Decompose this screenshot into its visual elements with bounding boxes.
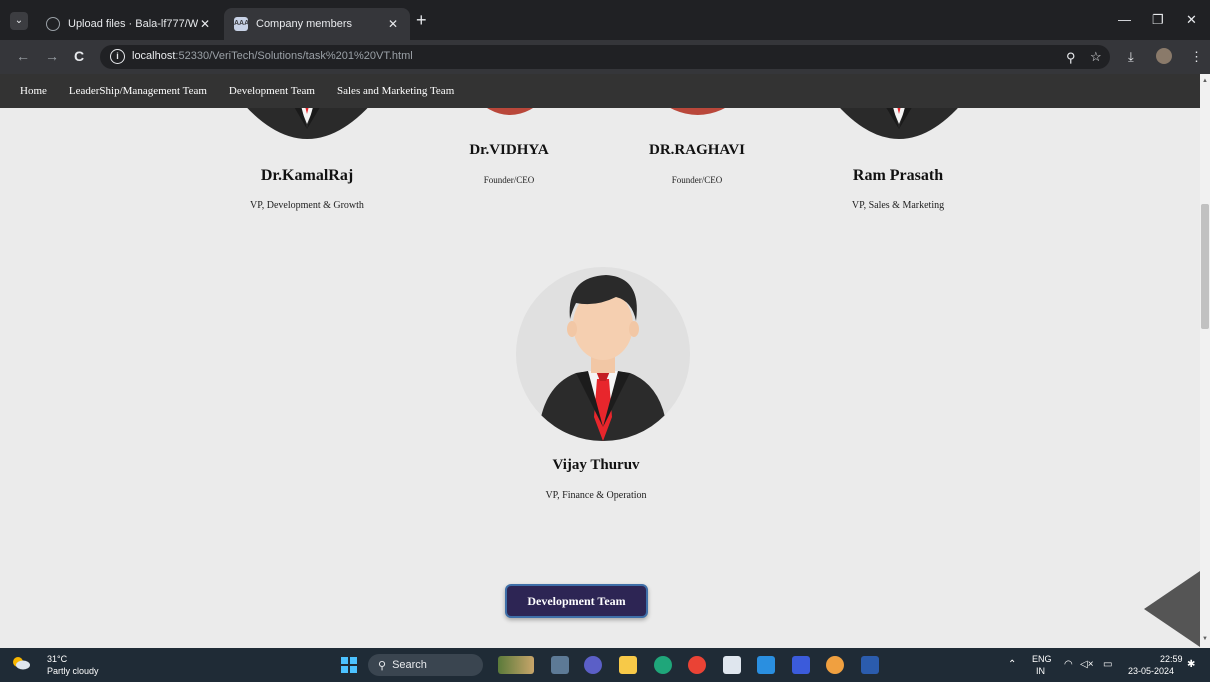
member-name-kamalraj: Dr.KamalRaj	[260, 167, 354, 184]
chrome-profile-icon[interactable]	[826, 656, 844, 674]
weather-desc[interactable]: Partly cloudy	[47, 666, 99, 676]
url-text[interactable]: localhost:52330/VeriTech/Solutions/task%…	[132, 50, 413, 62]
visual-studio-icon[interactable]	[792, 656, 810, 674]
site-favicon-icon: AAA	[234, 17, 249, 31]
nav-home[interactable]: Home	[20, 85, 47, 97]
zoom-icon[interactable]: ⚲	[1066, 50, 1076, 66]
nav-sales-marketing-team[interactable]: Sales and Marketing Team	[337, 85, 454, 97]
member-role-kamalraj: VP, Development & Growth	[250, 200, 364, 211]
weather-temp[interactable]: 31°C	[47, 654, 67, 664]
close-icon[interactable]: ✕	[198, 17, 212, 31]
tab-company-members[interactable]: AAA Company members ✕	[224, 8, 410, 40]
site-navbar: Home LeaderShip/Management Team Developm…	[0, 74, 1200, 108]
avatar-vijay-icon	[516, 267, 690, 441]
member-role-vidhya: Founder/CEO	[483, 175, 535, 185]
prev-arrow-icon[interactable]	[1144, 571, 1200, 647]
github-icon	[46, 17, 60, 31]
close-icon[interactable]: ✕	[386, 17, 400, 31]
tab-search-button[interactable]: ⌄	[10, 12, 28, 30]
nav-development-team[interactable]: Development Team	[229, 85, 315, 97]
file-explorer-icon[interactable]	[619, 656, 637, 674]
chevron-up-icon[interactable]: ⌃	[1008, 659, 1016, 670]
scrollbar-thumb[interactable]	[1201, 204, 1209, 329]
store-icon[interactable]	[723, 656, 741, 674]
browser-tab-bar: ⌄ Upload files · Bala-lf777/Web-d ✕ AAA …	[0, 0, 1210, 40]
battery-icon[interactable]: ▭	[1103, 659, 1112, 670]
browser-address-bar: ← → C i localhost:52330/VeriTech/Solutio…	[0, 40, 1210, 74]
windows-taskbar: 31°C Partly cloudy ⚲ Search ⌃ ENG IN ◠ ◁…	[0, 648, 1210, 682]
volume-icon[interactable]: ◁×	[1080, 659, 1094, 670]
member-name-vidhya: Dr.VIDHYA	[469, 142, 549, 158]
nav-leadership-team[interactable]: LeaderShip/Management Team	[69, 85, 207, 97]
search-icon: ⚲	[378, 659, 387, 672]
member-name-ramprasath: Ram Prasath	[852, 167, 944, 184]
language-bottom[interactable]: IN	[1036, 666, 1045, 676]
wifi-icon[interactable]: ◠	[1064, 659, 1073, 670]
window-close-icon[interactable]: ✕	[1186, 12, 1197, 28]
chrome-icon[interactable]	[688, 656, 706, 674]
more-menu-icon[interactable]: ⋮	[1190, 49, 1203, 65]
development-team-button[interactable]: Development Team	[505, 584, 648, 618]
minimize-icon[interactable]: —	[1118, 12, 1131, 27]
word-icon[interactable]	[861, 656, 879, 674]
new-tab-button[interactable]: +	[416, 11, 427, 29]
reload-icon[interactable]: C	[74, 48, 84, 64]
profile-avatar-icon[interactable]	[1156, 48, 1172, 64]
member-role-ramprasath: VP, Sales & Marketing	[851, 200, 945, 211]
language-top[interactable]: ENG	[1032, 654, 1052, 664]
taskbar-search[interactable]: ⚲ Search	[368, 654, 483, 676]
teams-icon[interactable]	[584, 656, 602, 674]
clock-date[interactable]: 23-05-2024	[1128, 666, 1174, 676]
page-content: Home LeaderShip/Management Team Developm…	[0, 74, 1200, 648]
back-arrow-icon[interactable]: ←	[16, 48, 30, 64]
edge-icon[interactable]	[654, 656, 672, 674]
restore-icon[interactable]: ❐	[1152, 12, 1164, 28]
member-role-vijay: VP, Finance & Operation	[545, 490, 647, 501]
tab-title: Upload files · Bala-lf777/Web-d	[68, 18, 198, 30]
forward-arrow-icon[interactable]: →	[45, 48, 59, 64]
partly-cloudy-icon[interactable]	[12, 656, 30, 670]
bookmark-star-icon[interactable]: ☆	[1090, 49, 1102, 65]
vscode-icon[interactable]	[757, 656, 775, 674]
tab-upload-files[interactable]: Upload files · Bala-lf777/Web-d ✕	[36, 8, 222, 40]
page-scrollbar[interactable]: ▲ ▼	[1200, 74, 1210, 648]
member-name-raghavi: DR.RAGHAVI	[649, 142, 745, 158]
download-icon[interactable]: ⤓	[1128, 49, 1134, 65]
search-label: Search	[392, 659, 427, 671]
member-role-raghavi: Founder/CEO	[671, 175, 723, 185]
scroll-up-icon[interactable]: ▲	[1201, 78, 1209, 84]
url-bar[interactable]: i localhost:52330/VeriTech/Solutions/tas…	[100, 45, 1110, 69]
site-info-icon[interactable]: i	[110, 49, 125, 64]
tab-title: Company members	[256, 18, 352, 30]
member-name-vijay: Vijay Thuruv	[552, 457, 640, 473]
clock-time[interactable]: 22:59	[1160, 654, 1183, 664]
turtle-widget-icon[interactable]	[498, 656, 534, 674]
windows-start-icon[interactable]	[341, 657, 357, 673]
task-view-icon[interactable]	[551, 656, 569, 674]
scroll-down-icon[interactable]: ▼	[1201, 636, 1209, 642]
notification-icon[interactable]: ✱	[1187, 659, 1195, 670]
